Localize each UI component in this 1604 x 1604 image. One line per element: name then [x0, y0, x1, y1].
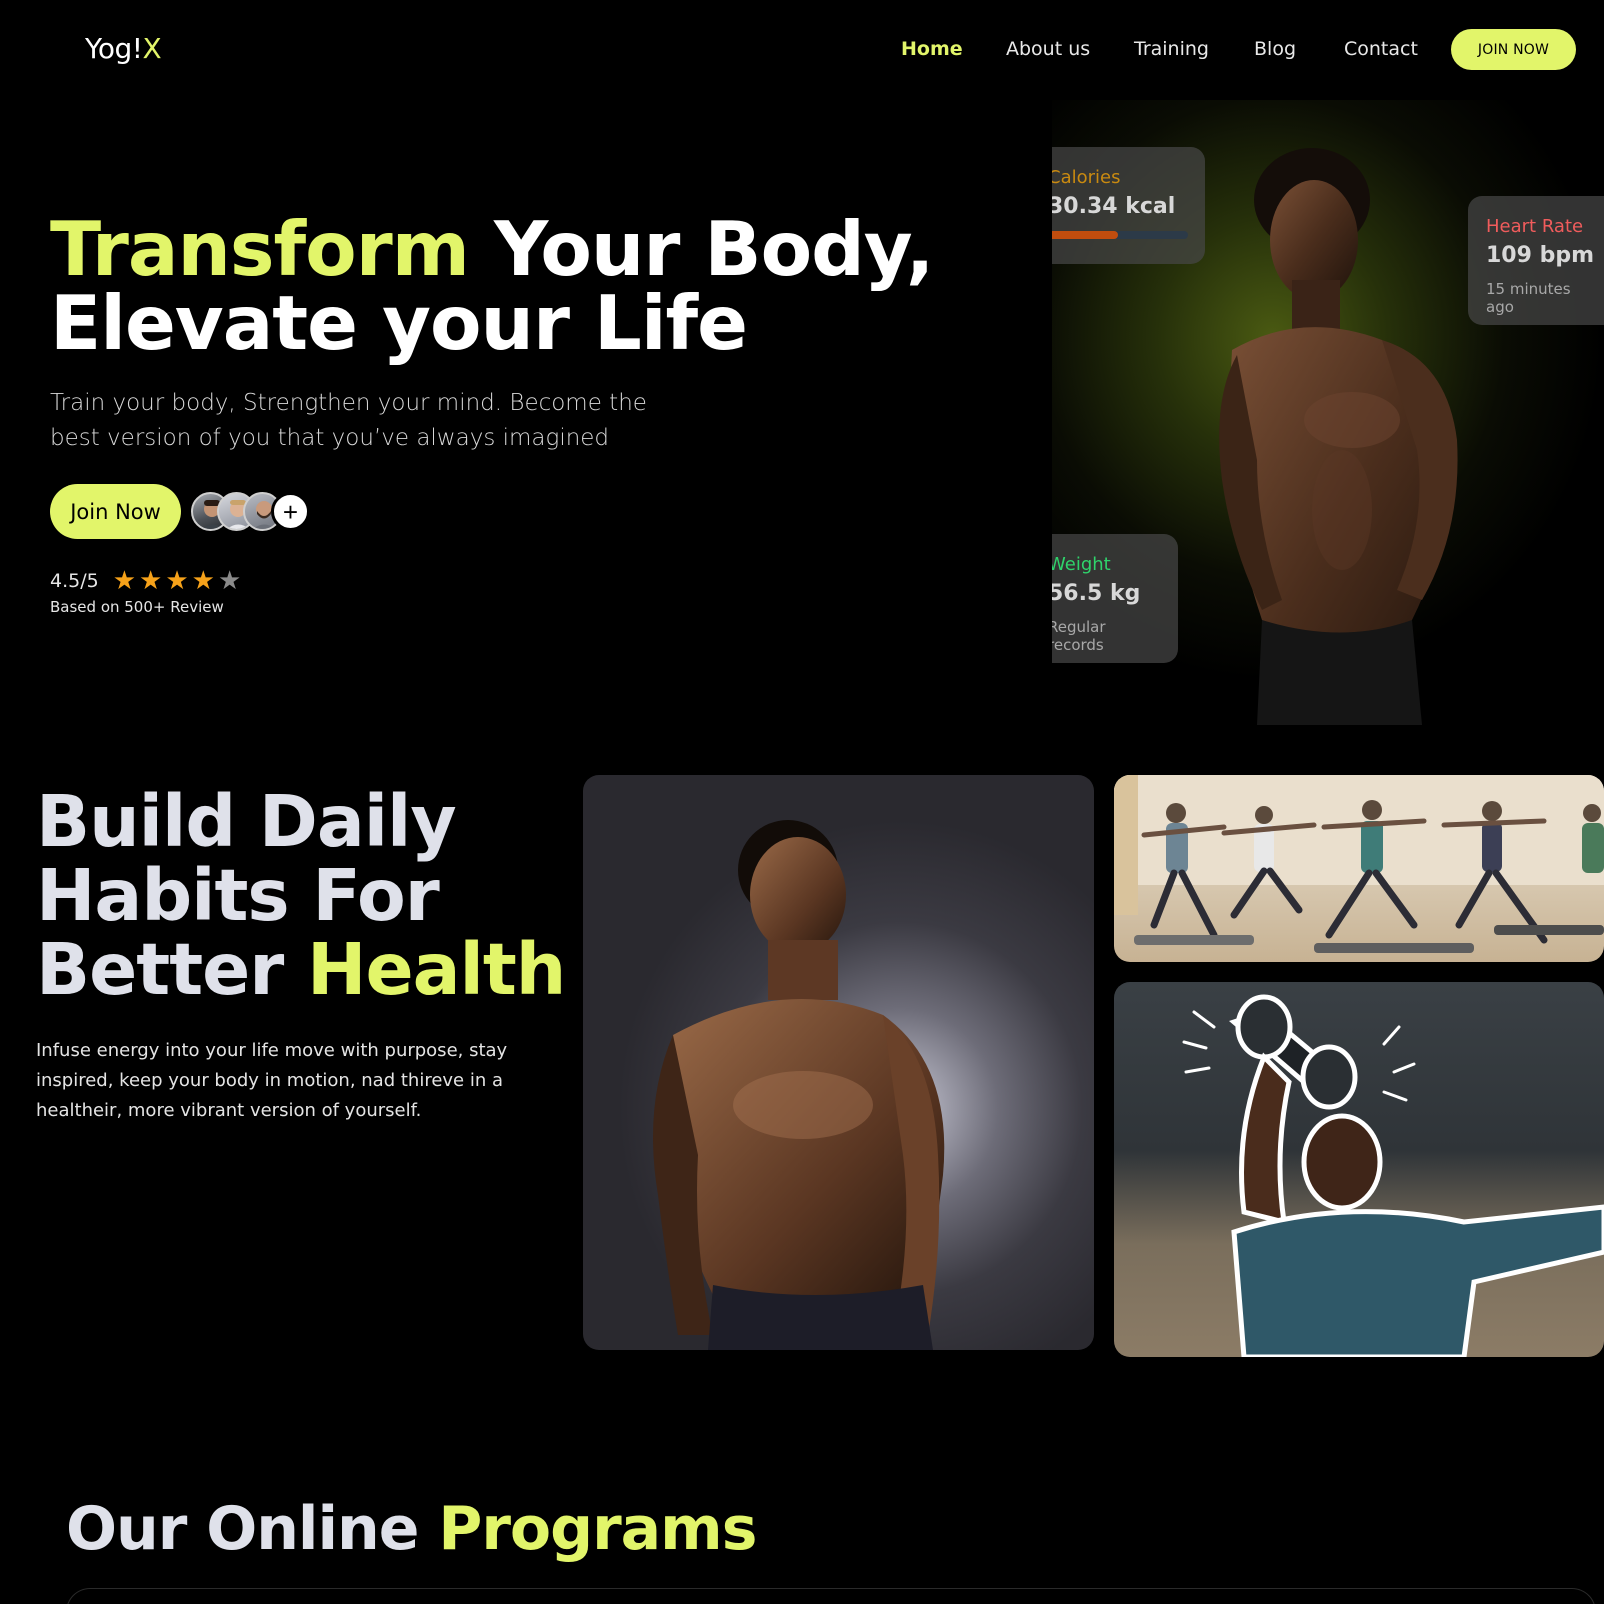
weight-note: Regular records — [1052, 618, 1106, 654]
rating: 4.5/5 ★ ★ ★ ★ ★ — [50, 568, 241, 594]
heart-rate-card: Heart Rate 109 bpm 15 minutes ago — [1468, 196, 1604, 325]
nav-training-link[interactable]: Training — [1134, 38, 1209, 60]
hero-title-line2: Elevate your Life — [50, 279, 748, 367]
star-icon: ★ — [165, 566, 189, 596]
meditation-photo — [583, 775, 1094, 1350]
programs-title-accent: Programs — [438, 1494, 757, 1564]
member-avatars: + — [191, 492, 311, 531]
hero-subtitle: Train your body, Strengthen your mind. B… — [50, 390, 647, 451]
heart-rate-note: 15 minutes ago — [1486, 280, 1571, 316]
star-icon: ★ — [139, 566, 163, 596]
group-yoga-photo — [1114, 775, 1604, 962]
rating-stars: ★ ★ ★ ★ ★ — [113, 568, 242, 594]
rating-note: Based on 500+ Review — [50, 598, 224, 616]
habits-title-line3: Better — [36, 928, 308, 1011]
yoga-class-image — [1114, 775, 1604, 953]
athlete-portrait-image — [653, 820, 945, 1350]
calories-value: 30.34 kcal — [1052, 194, 1176, 219]
habits-title-accent: Health — [307, 928, 566, 1011]
calories-progress-bar — [1052, 231, 1188, 239]
nav-about-link[interactable]: About us — [1006, 38, 1090, 60]
hero-join-now-button[interactable]: Join Now — [50, 484, 181, 539]
star-icon: ★ — [112, 566, 137, 596]
add-member-icon[interactable]: + — [271, 492, 310, 531]
habits-title-line2: Habits For — [36, 854, 440, 937]
nav-join-now-button[interactable]: JOIN NOW — [1451, 29, 1576, 70]
star-empty-icon: ★ — [217, 566, 242, 596]
dumbbell-lift-image — [1182, 994, 1604, 1357]
heart-rate-value: 109 bpm — [1486, 243, 1595, 268]
habits-title-line1: Build Daily — [36, 780, 457, 863]
weight-card: Weight 56.5 kg Regular records — [1052, 534, 1178, 663]
programs-title: Our Online Programs — [66, 1494, 757, 1564]
logo-accent-text: X — [142, 32, 162, 65]
programs-title-plain: Our Online — [66, 1494, 439, 1564]
heart-rate-label: Heart Rate — [1486, 216, 1584, 237]
nav-blog-link[interactable]: Blog — [1254, 38, 1296, 60]
habits-title: Build Daily Habits For Better Health — [36, 785, 566, 1007]
calories-card: Calories 30.34 kcal — [1052, 147, 1205, 264]
rating-value: 4.5/5 — [50, 570, 99, 592]
habits-description: Infuse energy into your life move with p… — [36, 1040, 508, 1121]
brand-logo[interactable]: Yog!X — [85, 32, 162, 65]
weight-label: Weight — [1052, 554, 1111, 575]
programs-card — [66, 1588, 1596, 1604]
weight-value: 56.5 kg — [1052, 581, 1141, 606]
hero-title: Transform Your Body, Elevate your Life — [50, 212, 934, 361]
star-icon: ★ — [191, 566, 215, 596]
nav-home-link[interactable]: Home — [901, 38, 963, 60]
dumbbell-photo — [1114, 982, 1604, 1357]
nav-contact-link[interactable]: Contact — [1344, 38, 1418, 60]
calories-progress-fill — [1052, 231, 1118, 239]
calories-label: Calories — [1052, 167, 1121, 188]
hero-photo: Calories 30.34 kcal Heart Rate 109 bpm 1… — [1052, 100, 1604, 725]
logo-main-text: Yog! — [85, 32, 143, 65]
